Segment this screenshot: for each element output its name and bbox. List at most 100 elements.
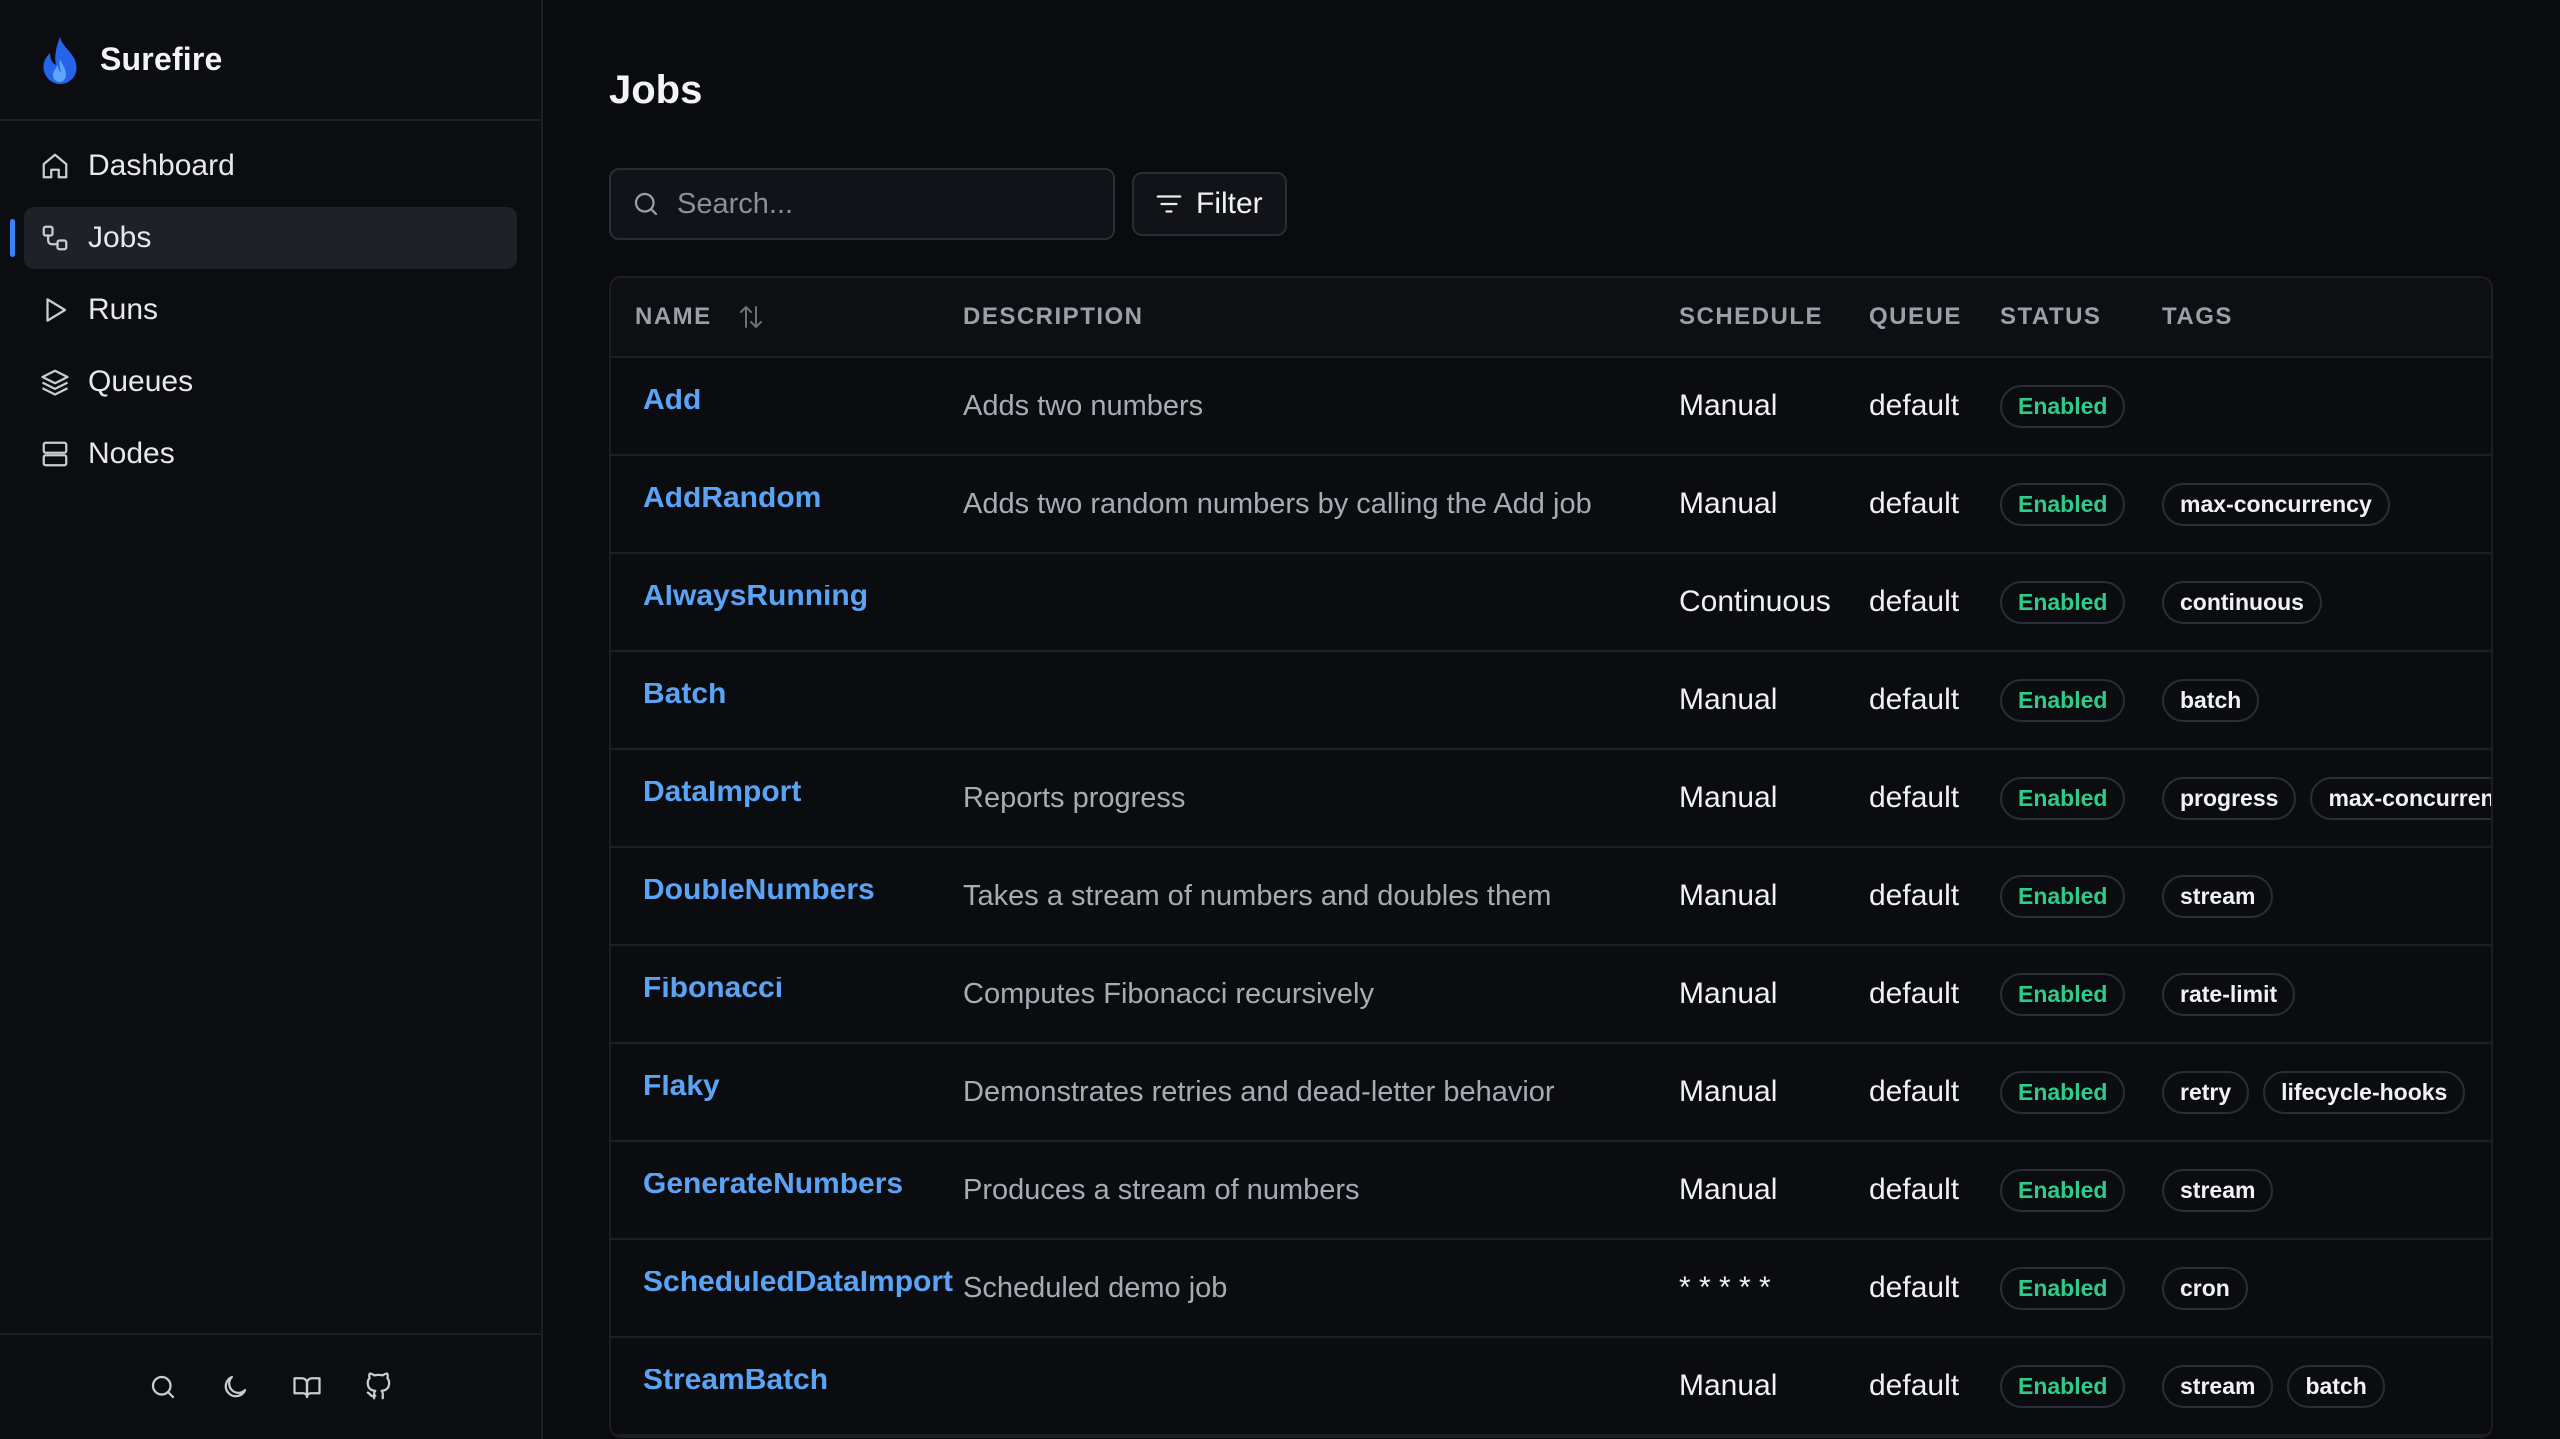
filter-button[interactable]: Filter [1132, 172, 1287, 236]
job-name-link[interactable]: GenerateNumbers [643, 1173, 903, 1200]
table-row[interactable]: ScheduledDataImport Scheduled demo job * *… [611, 1240, 2491, 1338]
job-schedule-cell: Continuous [1679, 585, 1869, 619]
job-schedule: * * * * * [1679, 1271, 1771, 1304]
table-row[interactable]: Add Adds two numbers Manual default Enabled [611, 358, 2491, 456]
job-name-link[interactable]: AddRandom [643, 487, 821, 514]
job-description: Takes a stream of numbers and doubles th… [963, 879, 1552, 912]
job-description-cell: Adds two numbers [963, 390, 1679, 423]
search-input[interactable] [677, 187, 1097, 221]
job-name-link[interactable]: ScheduledDataImport [643, 1271, 953, 1298]
tag-badge: max-concurrency [2310, 776, 2491, 820]
job-description-cell: Takes a stream of numbers and doubles th… [963, 880, 1679, 913]
table-row[interactable]: StreamBatch Manual default Enabled stream bat… [611, 1338, 2491, 1436]
job-queue: default [1869, 781, 1960, 814]
job-name-link[interactable]: DoubleNumbers [643, 879, 875, 906]
job-status-cell: Enabled [2000, 1364, 2162, 1408]
job-queue-cell: default [1869, 977, 2000, 1011]
job-tags-cell: batch [2162, 678, 2491, 722]
server-icon [40, 439, 70, 469]
job-status-cell: Enabled [2000, 482, 2162, 526]
status-badge: Enabled [2000, 874, 2126, 918]
tag-badge: stream [2162, 1168, 2274, 1212]
sidebar-footer [0, 1333, 541, 1439]
search-box[interactable] [609, 168, 1115, 240]
job-queue: default [1869, 879, 1960, 912]
job-schedule: Manual [1679, 781, 1778, 814]
job-name-link[interactable]: StreamBatch [643, 1369, 828, 1396]
table-row[interactable]: GenerateNumbers Produces a stream of numb… [611, 1142, 2491, 1240]
job-schedule: Continuous [1679, 585, 1831, 618]
job-name-link[interactable]: Fibonacci [643, 977, 783, 1004]
job-description: Computes Fibonacci recursively [963, 977, 1374, 1010]
table-row[interactable]: AlwaysRunning Continuous default Enabled con… [611, 554, 2491, 652]
job-name-cell: Batch [611, 683, 963, 717]
tag-badge: max-concurrency [2162, 482, 2390, 526]
job-schedule: Manual [1679, 879, 1778, 912]
table-row[interactable]: Fibonacci Computes Fibonacci recursively M… [611, 946, 2491, 1044]
job-queue: default [1869, 1075, 1960, 1108]
filter-icon [1156, 195, 1182, 213]
job-name-cell: DoubleNumbers [611, 879, 963, 913]
job-schedule: Manual [1679, 389, 1778, 422]
job-name-link[interactable]: DataImport [643, 781, 801, 808]
job-schedule-cell: Manual [1679, 487, 1869, 521]
sidebar-item-label: Jobs [88, 221, 152, 254]
job-name-link[interactable]: AlwaysRunning [643, 585, 868, 612]
jobs-icon [40, 223, 70, 253]
column-header-name[interactable]: NAME [611, 302, 963, 332]
job-description: Reports progress [963, 781, 1186, 814]
job-name-link[interactable]: Add [643, 389, 701, 416]
job-name-cell: GenerateNumbers [611, 1173, 963, 1207]
job-queue: default [1869, 487, 1960, 520]
job-tags-cell: progress max-concurrency [2162, 776, 2491, 820]
job-description-cell: Computes Fibonacci recursively [963, 978, 1679, 1011]
job-name-link[interactable]: Flaky [643, 1075, 720, 1102]
column-header-tags: TAGS [2162, 303, 2233, 330]
tag-badge: batch [2162, 678, 2260, 722]
sidebar-item-jobs[interactable]: Jobs [10, 207, 517, 269]
table-row[interactable]: AddRandom Adds two random numbers by call… [611, 456, 2491, 554]
tag-badge: stream [2162, 874, 2274, 918]
job-description-cell: Produces a stream of numbers [963, 1174, 1679, 1207]
home-icon [40, 151, 70, 181]
job-schedule-cell: Manual [1679, 1173, 1869, 1207]
sidebar-item-queues[interactable]: Queues [24, 351, 517, 413]
job-schedule: Manual [1679, 1369, 1778, 1402]
moon-icon[interactable] [220, 1372, 250, 1402]
job-queue-cell: default [1869, 683, 2000, 717]
sort-icon[interactable] [736, 302, 766, 332]
sidebar-item-label: Queues [88, 365, 194, 398]
job-status-cell: Enabled [2000, 874, 2162, 918]
job-queue: default [1869, 389, 1960, 422]
job-schedule-cell: * * * * * [1679, 1271, 1869, 1305]
table-row[interactable]: DoubleNumbers Takes a stream of numbers a… [611, 848, 2491, 946]
job-schedule-cell: Manual [1679, 389, 1869, 423]
job-schedule-cell: Manual [1679, 1369, 1869, 1403]
job-schedule-cell: Manual [1679, 879, 1869, 913]
github-icon[interactable] [364, 1372, 394, 1402]
sidebar-item-label: Runs [88, 293, 159, 326]
search-icon[interactable] [148, 1372, 178, 1402]
sidebar-item-nodes[interactable]: Nodes [24, 423, 517, 485]
brand[interactable]: Surefire [0, 0, 541, 121]
table-row[interactable]: DataImport Reports progress Manual default E… [611, 750, 2491, 848]
column-header-queue: QUEUE [1869, 303, 1962, 330]
job-description-cell: Demonstrates retries and dead-letter beh… [963, 1076, 1679, 1109]
sidebar-item-runs[interactable]: Runs [24, 279, 517, 341]
job-name-link[interactable]: Batch [643, 683, 726, 710]
job-tags-cell: retry lifecycle-hooks [2162, 1070, 2491, 1114]
flame-logo-icon [43, 36, 77, 84]
table-row[interactable]: Flaky Demonstrates retries and dead-lette… [611, 1044, 2491, 1142]
job-schedule: Manual [1679, 1173, 1778, 1206]
job-name-cell: Fibonacci [611, 977, 963, 1011]
table-row[interactable]: Batch Manual default Enabled batch [611, 652, 2491, 750]
job-name-cell: DataImport [611, 781, 963, 815]
job-queue-cell: default [1869, 879, 2000, 913]
job-queue-cell: default [1869, 389, 2000, 423]
status-badge: Enabled [2000, 972, 2126, 1016]
job-queue: default [1869, 683, 1960, 716]
job-queue-cell: default [1869, 585, 2000, 619]
sidebar-item-dashboard[interactable]: Dashboard [24, 135, 517, 197]
book-icon[interactable] [292, 1372, 322, 1402]
job-queue-cell: default [1869, 487, 2000, 521]
